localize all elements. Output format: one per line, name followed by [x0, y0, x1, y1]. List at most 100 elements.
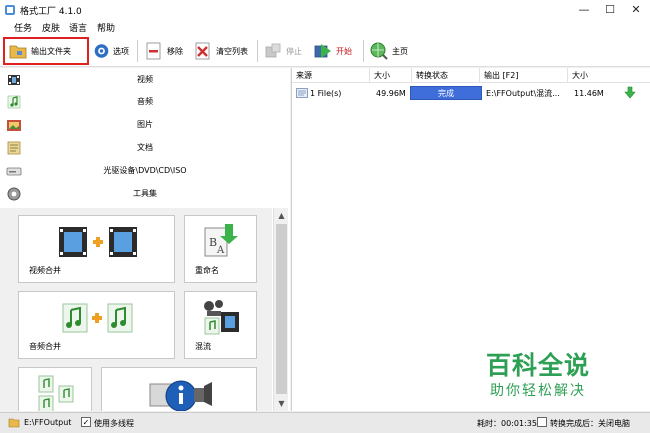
column-header-output[interactable]: 输出 [F2]	[480, 68, 568, 83]
category-document[interactable]: 文档	[0, 137, 290, 159]
toolbar-separator	[363, 40, 364, 62]
tool-video-merge[interactable]: 视频合并	[18, 215, 175, 283]
toolbar-separator	[257, 40, 258, 62]
row-source: 1 File(s)	[310, 89, 342, 98]
arrow-down-icon[interactable]	[624, 86, 636, 99]
options-label: 选项	[113, 46, 129, 56]
tool-label: 混流	[195, 342, 211, 351]
after-convert-label: 转换完成后：关闭电脑	[550, 419, 630, 428]
status-bar: E:\FFOutput ✓ 使用多线程 耗时：00:01:35 转换完成后：关闭…	[0, 412, 650, 433]
menu-bar: 任务 皮肤 语言 帮助	[0, 20, 650, 35]
category-video[interactable]: 视频	[0, 69, 290, 91]
picture-icon	[7, 120, 21, 131]
info-icon	[149, 380, 212, 411]
column-header-output-size[interactable]: 大小	[568, 68, 650, 83]
toolbox-scrollbar[interactable]: ▲ ▼	[273, 208, 288, 411]
svg-text:A: A	[216, 245, 225, 256]
category-label: 视频	[137, 75, 153, 84]
options-icon	[94, 44, 109, 58]
video-merge-icon	[59, 227, 137, 257]
clear-list-button[interactable]: 清空列表	[190, 37, 254, 65]
output-path-text: E:\FFOutput	[24, 418, 72, 427]
menu-skin[interactable]: 皮肤	[42, 21, 60, 34]
tool-mux[interactable]: 混流	[184, 291, 257, 359]
scroll-thumb[interactable]	[276, 224, 287, 394]
output-folder-button[interactable]: 输出文件夹	[3, 37, 89, 65]
clear-list-label: 清空列表	[216, 46, 248, 56]
stop-button[interactable]: 停止	[260, 37, 306, 65]
film-icon	[8, 75, 20, 85]
svg-text:B: B	[209, 236, 217, 249]
audio-files-icon	[38, 375, 74, 411]
menu-help[interactable]: 帮助	[97, 21, 115, 34]
minimize-button[interactable]: —	[574, 2, 594, 18]
tool-label: 视频合并	[29, 266, 61, 275]
clear-list-icon	[195, 42, 210, 60]
elapsed-time: 耗时：00:01:35	[477, 419, 537, 428]
column-header-size[interactable]: 大小	[370, 68, 412, 83]
multithread-checkbox[interactable]: ✓	[81, 417, 91, 427]
home-label: 主页	[392, 46, 408, 56]
watermark-title: 百科全说	[486, 351, 591, 380]
category-audio[interactable]: 音频	[0, 91, 290, 113]
stop-icon	[265, 43, 281, 58]
tool-media-info[interactable]	[101, 367, 257, 411]
category-toolbox[interactable]: 工具集	[0, 183, 290, 205]
category-disc[interactable]: 光驱设备\DVD\CD\ISO	[0, 160, 290, 182]
app-window: 格式工厂 4.1.0 — ☐ ✕ 任务 皮肤 语言 帮助 输出文件夹 选项 移除…	[0, 0, 650, 433]
scroll-up-icon[interactable]: ▲	[275, 209, 288, 222]
home-button[interactable]: 主页	[366, 37, 412, 65]
category-label: 工具集	[133, 189, 157, 198]
stop-label: 停止	[286, 46, 302, 56]
category-label: 图片	[137, 120, 153, 129]
menu-language[interactable]: 语言	[69, 21, 87, 34]
row-size: 49.96M	[376, 89, 406, 98]
row-status-badge: 完成	[410, 86, 482, 100]
task-list: 来源 大小 转换状态 输出 [F2] 大小 1 File(s) 49.96M 完…	[291, 68, 650, 411]
disc-drive-icon	[6, 167, 22, 176]
category-label: 音频	[137, 97, 153, 106]
tool-label: 音频合并	[29, 342, 61, 351]
audio-merge-icon	[62, 303, 133, 333]
multithread-label: 使用多线程	[94, 419, 134, 428]
column-header-source[interactable]: 来源	[292, 68, 370, 83]
folder-icon	[9, 45, 27, 59]
document-icon	[7, 141, 21, 155]
row-output-path: E:\FFOutput\混流...	[486, 89, 560, 98]
start-button[interactable]: 开始	[310, 37, 360, 65]
maximize-button[interactable]: ☐	[600, 2, 620, 18]
rename-icon: B A	[204, 224, 238, 257]
remove-icon	[146, 42, 161, 60]
toolbar: 输出文件夹 选项 移除 清空列表 停止 开始 主页	[0, 35, 650, 67]
toolbar-separator	[137, 40, 138, 62]
tool-audio-merge[interactable]: 音频合并	[18, 291, 175, 359]
mux-icon	[204, 300, 239, 335]
tool-label: 重命名	[195, 266, 219, 275]
music-note-icon	[7, 95, 21, 109]
options-button[interactable]: 选项	[90, 37, 132, 65]
after-convert-checkbox[interactable]	[537, 417, 547, 427]
category-panel: 视频 音频 图片 文档 光驱设备\DVD\CD\ISO 工具集 视频合并 B A…	[0, 68, 290, 411]
remove-label: 移除	[167, 46, 183, 56]
category-label: 文档	[137, 143, 153, 152]
column-header-status[interactable]: 转换状态	[412, 68, 480, 83]
window-title: 格式工厂 4.1.0	[20, 7, 82, 17]
scroll-down-icon[interactable]: ▼	[275, 397, 288, 410]
folder-icon[interactable]	[8, 417, 20, 428]
toolbox-grid: 视频合并 B A 重命名 音频合并 混流	[0, 208, 272, 411]
title-bar: 格式工厂 4.1.0 — ☐ ✕	[0, 0, 650, 20]
tool-rename[interactable]: B A 重命名	[184, 215, 257, 283]
category-image[interactable]: 图片	[0, 114, 290, 136]
watermark-subtitle: 助你轻松解决	[490, 383, 586, 399]
gear-icon	[7, 187, 21, 201]
globe-search-icon	[370, 42, 388, 60]
app-logo-icon	[5, 5, 15, 15]
menu-task[interactable]: 任务	[14, 21, 32, 34]
output-folder-label: 输出文件夹	[31, 46, 71, 56]
row-output-size: 11.46M	[574, 89, 604, 98]
start-icon	[314, 44, 331, 58]
remove-button[interactable]: 移除	[141, 37, 187, 65]
category-label: 光驱设备\DVD\CD\ISO	[103, 166, 187, 175]
tool-audio-video-join[interactable]	[18, 367, 92, 411]
close-button[interactable]: ✕	[626, 2, 646, 18]
